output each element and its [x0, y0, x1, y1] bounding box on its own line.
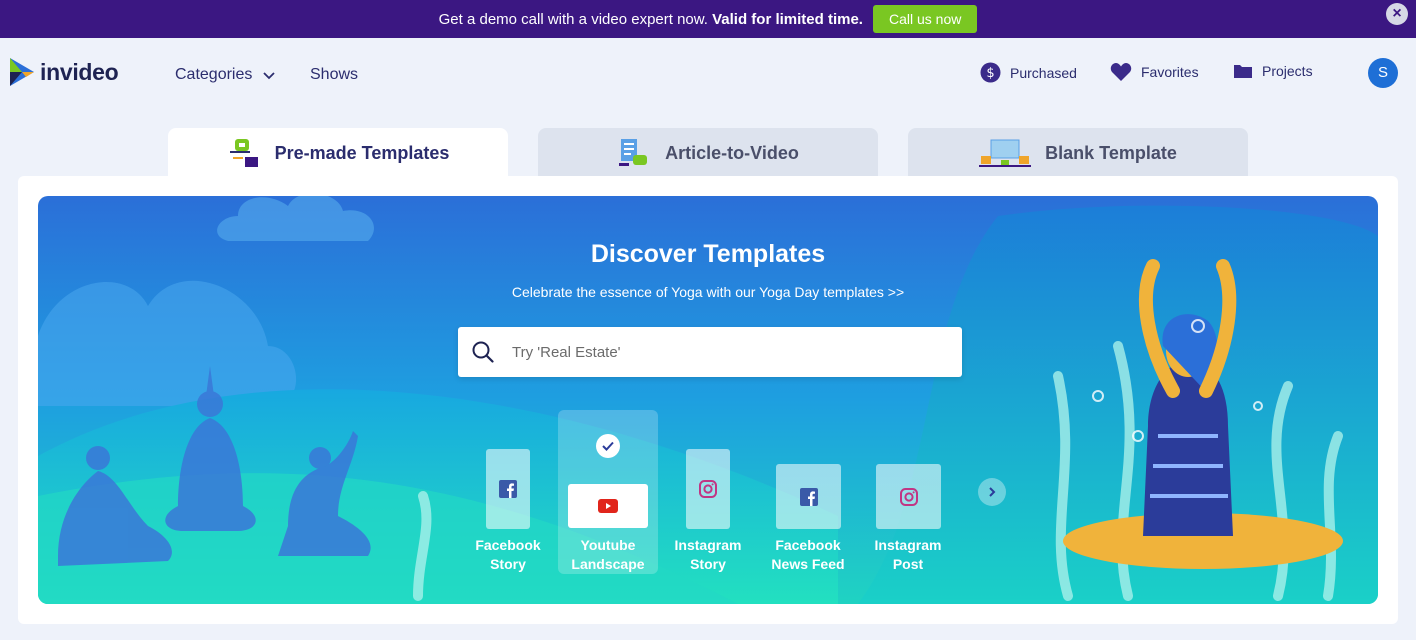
nav-categories-label: Categories	[175, 66, 253, 83]
nav-favorites-label: Favorites	[1141, 64, 1199, 80]
pre-made-templates-icon	[229, 139, 258, 167]
invideo-logo[interactable]: invideo	[8, 56, 119, 88]
logo-text: invideo	[40, 58, 119, 85]
facebook-icon	[799, 487, 818, 506]
chevron-right-icon	[989, 487, 996, 497]
tab-pre-made-templates[interactable]: Pre-made Templates	[168, 128, 508, 178]
format-thumb	[486, 449, 530, 529]
nav-projects[interactable]: Projects	[1233, 62, 1313, 80]
hero-banner: Discover Templates Celebrate the essence…	[38, 196, 1378, 604]
youtube-icon	[598, 499, 618, 513]
format-thumb	[776, 464, 841, 529]
instagram-icon	[699, 480, 717, 498]
nav-purchased[interactable]: $ Purchased	[980, 62, 1077, 83]
search-input[interactable]	[512, 343, 932, 361]
format-label: Youtube Landscape	[571, 537, 645, 572]
close-banner-icon[interactable]: ×	[1386, 3, 1408, 25]
format-facebook-story[interactable]: Facebook Story	[458, 410, 558, 574]
dollar-coin-icon: $	[980, 62, 1001, 83]
invideo-logo-icon	[10, 58, 34, 86]
format-label: Facebook News Feed	[771, 537, 845, 572]
yoga-day-link[interactable]: Celebrate the essence of Yoga with our Y…	[38, 284, 1378, 300]
nav-shows[interactable]: Shows	[310, 66, 358, 84]
chevron-down-icon	[263, 72, 276, 80]
nav-favorites[interactable]: Favorites	[1110, 62, 1199, 82]
format-label: Facebook Story	[475, 537, 541, 572]
tab-article-to-video[interactable]: Article-to-Video	[538, 128, 878, 178]
format-label: Instagram Story	[674, 537, 742, 572]
tab-pre-made-templates-label: Pre-made Templates	[274, 142, 450, 163]
selected-check-icon	[596, 434, 620, 458]
search-bar[interactable]	[458, 327, 962, 377]
instagram-icon	[899, 487, 918, 506]
hero-title: Discover Templates	[590, 240, 826, 268]
svg-text:$: $	[986, 66, 994, 81]
call-us-button[interactable]: Call us now	[872, 5, 978, 33]
user-avatar[interactable]: S	[1368, 58, 1398, 88]
blank-template-icon	[979, 139, 1032, 167]
format-label: Instagram Post	[874, 537, 942, 572]
article-to-video-icon	[619, 139, 648, 166]
format-facebook-news-feed[interactable]: Facebook News Feed	[758, 410, 858, 574]
promo-banner: Get a demo call with a video expert now.…	[0, 0, 1416, 38]
folder-icon	[1234, 65, 1252, 78]
tab-blank-template[interactable]: Blank Template	[908, 128, 1248, 178]
format-thumb	[568, 484, 648, 528]
format-instagram-story[interactable]: Instagram Story	[658, 410, 758, 574]
format-thumb	[686, 449, 730, 529]
facebook-icon	[499, 480, 517, 498]
promo-text: Get a demo call with a video expert now.…	[438, 10, 863, 28]
heart-icon	[1110, 63, 1132, 81]
format-thumb	[876, 464, 941, 529]
tab-article-to-video-label: Article-to-Video	[665, 142, 799, 163]
nav-categories[interactable]: Categories	[175, 66, 276, 84]
format-youtube-landscape[interactable]: Youtube Landscape	[558, 410, 658, 574]
nav-purchased-label: Purchased	[1010, 64, 1077, 81]
nav-shows-label: Shows	[310, 66, 359, 83]
nav-projects-label: Projects	[1262, 63, 1313, 79]
search-icon	[472, 341, 494, 363]
next-formats-button[interactable]	[978, 478, 1006, 506]
tab-blank-template-label: Blank Template	[1045, 142, 1177, 163]
format-instagram-post[interactable]: Instagram Post	[858, 410, 958, 574]
